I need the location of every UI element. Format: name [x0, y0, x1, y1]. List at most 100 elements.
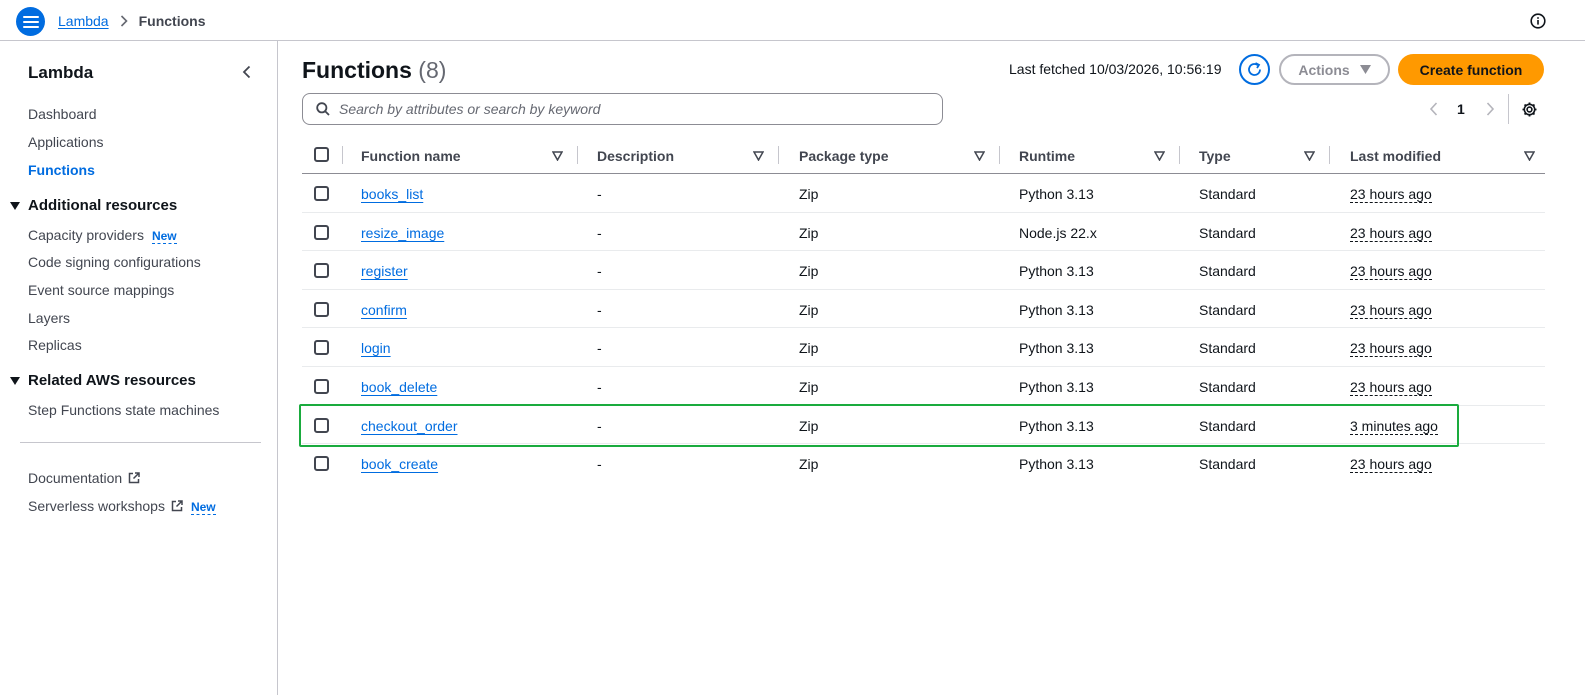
package-type-cell: Zip [799, 186, 819, 202]
row-checkbox[interactable] [314, 186, 329, 201]
sort-icon[interactable] [1304, 151, 1315, 161]
section-title: Related AWS resources [28, 372, 196, 389]
sidebar-item-capacity-providers[interactable]: Capacity providers New [28, 227, 177, 244]
sidebar-link-documentation[interactable]: Documentation [28, 470, 140, 486]
sidebar-item-event-source-mappings[interactable]: Event source mappings [28, 282, 174, 298]
sidebar-item-code-signing[interactable]: Code signing configurations [28, 254, 201, 270]
last-modified-cell: 23 hours ago [1350, 378, 1432, 396]
table-row: register - Zip Python 3.13 Standard 23 h… [302, 251, 1545, 290]
function-name-link[interactable]: book_delete [361, 379, 437, 395]
description-cell: - [597, 186, 602, 202]
last-modified-cell: 23 hours ago [1350, 301, 1432, 319]
sidebar-item-functions[interactable]: Functions [28, 162, 95, 178]
actions-label: Actions [1298, 61, 1350, 78]
column-divider [999, 146, 1000, 164]
column-header-runtime[interactable]: Runtime [1019, 148, 1075, 164]
breadcrumb-current: Functions [138, 13, 206, 29]
sidebar-item-layers[interactable]: Layers [28, 310, 70, 326]
section-title: Additional resources [28, 197, 178, 214]
table-header: Function name Description Package type R… [302, 136, 1545, 174]
type-cell: Standard [1199, 186, 1256, 202]
function-name-link[interactable]: books_list [361, 186, 423, 202]
page-number[interactable]: 1 [1457, 101, 1465, 117]
actions-button[interactable]: Actions [1279, 54, 1390, 85]
function-name-link[interactable]: book_create [361, 456, 438, 472]
row-checkbox[interactable] [314, 224, 329, 240]
search-bar [302, 93, 943, 125]
column-divider [577, 146, 578, 164]
function-name-link[interactable]: checkout_order [361, 418, 458, 434]
description-cell: - [597, 224, 602, 241]
section-related-aws-resources[interactable]: Related AWS resources [10, 372, 196, 389]
sidebar-item-step-functions[interactable]: Step Functions state machines [28, 402, 219, 418]
chevron-left-icon[interactable] [1428, 101, 1440, 117]
sidebar-item-label: Serverless workshops [28, 498, 165, 514]
sort-icon[interactable] [974, 151, 985, 161]
search-input[interactable] [339, 101, 919, 117]
runtime-cell: Python 3.13 [1019, 417, 1094, 434]
sidebar-item-replicas[interactable]: Replicas [28, 337, 82, 353]
sort-icon[interactable] [1524, 151, 1535, 161]
caret-down-icon [10, 376, 20, 385]
last-modified-cell: 23 hours ago [1350, 186, 1432, 203]
settings-gear-icon[interactable] [1521, 101, 1538, 118]
sidebar-link-serverless-workshops[interactable]: Serverless workshops New [28, 498, 216, 515]
row-checkbox[interactable] [314, 301, 329, 317]
sidebar-item-applications[interactable]: Applications [28, 134, 104, 150]
type-cell: Standard [1199, 378, 1256, 395]
page-title: Functions (8) [302, 57, 446, 84]
last-modified-cell: 23 hours ago [1350, 224, 1432, 242]
column-header-type[interactable]: Type [1199, 148, 1231, 164]
package-type-cell: Zip [799, 417, 819, 434]
function-name-link[interactable]: login [361, 340, 391, 356]
row-checkbox[interactable] [314, 340, 329, 356]
section-additional-resources[interactable]: Additional resources [10, 197, 177, 214]
info-icon[interactable] [1530, 13, 1546, 29]
last-modified-cell: 23 hours ago [1350, 456, 1432, 474]
type-cell: Standard [1199, 456, 1256, 473]
column-divider [1179, 146, 1180, 164]
table-row: book_delete - Zip Python 3.13 Standard 2… [302, 367, 1545, 406]
row-checkbox[interactable] [314, 263, 329, 279]
runtime-cell: Python 3.13 [1019, 340, 1094, 357]
row-checkbox[interactable] [314, 456, 329, 472]
top-bar: Lambda Functions [0, 0, 1585, 41]
runtime-cell: Python 3.13 [1019, 301, 1094, 318]
table-row: confirm - Zip Python 3.13 Standard 23 ho… [302, 290, 1545, 329]
column-header-description[interactable]: Description [597, 148, 674, 164]
sort-icon[interactable] [552, 151, 563, 161]
table-row: checkout_order - Zip Python 3.13 Standar… [302, 406, 1545, 445]
chevron-right-icon[interactable] [1484, 101, 1496, 117]
menu-button[interactable] [16, 7, 45, 36]
breadcrumb-lambda-link[interactable]: Lambda [58, 13, 109, 29]
table-row: login - Zip Python 3.13 Standard 23 hour… [302, 328, 1545, 367]
column-header-package-type[interactable]: Package type [799, 148, 889, 164]
column-header-last-modified[interactable]: Last modified [1350, 148, 1441, 164]
table-row: book_create - Zip Python 3.13 Standard 2… [302, 444, 1545, 483]
description-cell: - [597, 340, 602, 357]
sort-icon[interactable] [1154, 151, 1165, 161]
chevron-left-icon[interactable] [240, 65, 254, 79]
column-divider [778, 146, 779, 164]
description-cell: - [597, 301, 602, 318]
package-type-cell: Zip [799, 340, 819, 357]
sort-icon[interactable] [753, 151, 764, 161]
pagination-divider [1508, 94, 1509, 124]
search-icon [316, 102, 330, 116]
column-header-function-name[interactable]: Function name [361, 148, 461, 164]
select-all-checkbox[interactable] [314, 147, 329, 162]
create-function-button[interactable]: Create function [1398, 54, 1544, 85]
sidebar-divider [20, 442, 261, 443]
runtime-cell: Python 3.13 [1019, 186, 1094, 202]
row-checkbox[interactable] [314, 417, 329, 433]
sidebar-item-dashboard[interactable]: Dashboard [28, 106, 97, 122]
function-name-link[interactable]: resize_image [361, 225, 444, 241]
function-name-link[interactable]: register [361, 263, 408, 279]
new-badge: New [190, 500, 216, 515]
last-modified-cell: 3 minutes ago [1350, 417, 1438, 435]
refresh-button[interactable] [1239, 54, 1270, 85]
row-checkbox[interactable] [314, 378, 329, 394]
type-cell: Standard [1199, 417, 1256, 434]
function-name-link[interactable]: confirm [361, 302, 407, 318]
page-title-text: Functions [302, 57, 412, 83]
